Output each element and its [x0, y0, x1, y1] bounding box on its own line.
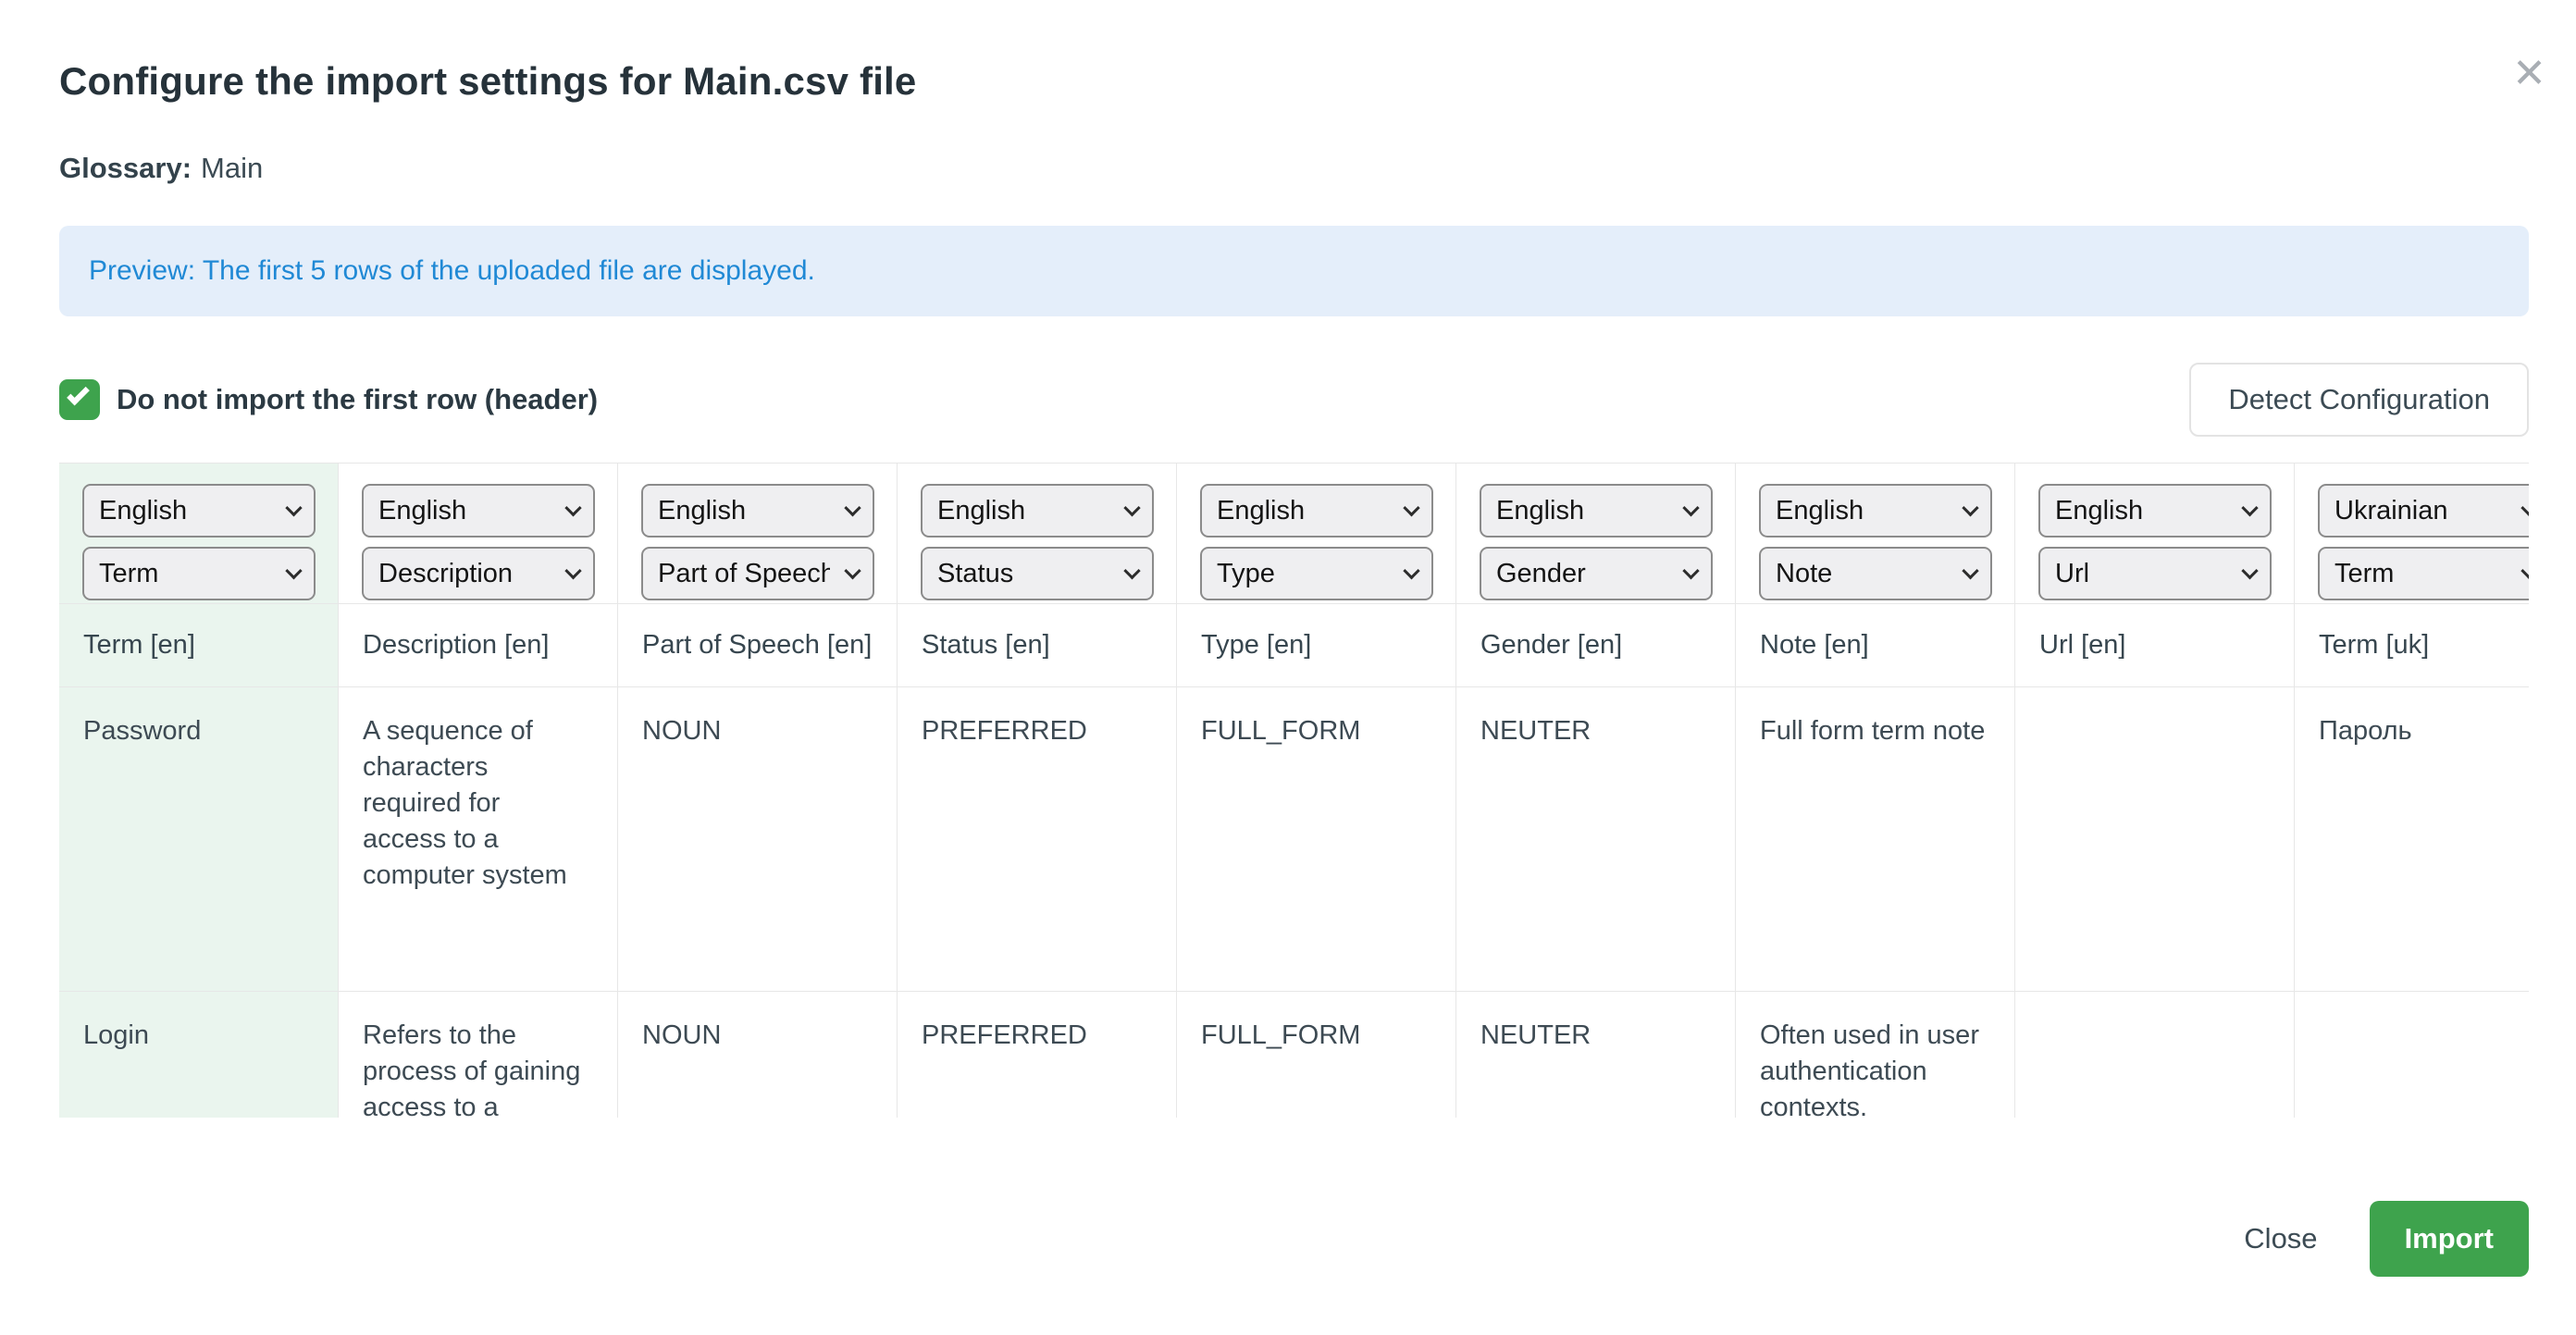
- table-cell: NEUTER: [1456, 992, 1736, 1118]
- csv-header-cell: Description [en]: [339, 604, 618, 686]
- mapping-cell: English Note: [1736, 464, 2015, 603]
- preview-info-banner: Preview: The first 5 rows of the uploade…: [59, 226, 2529, 316]
- table-cell: [2015, 687, 2295, 991]
- field-select[interactable]: Term: [2318, 547, 2529, 600]
- csv-header-cell: Term [en]: [59, 604, 339, 686]
- table-cell: [2015, 992, 2295, 1118]
- field-select[interactable]: Description: [362, 547, 595, 600]
- mapping-cell: English Type: [1177, 464, 1456, 603]
- table-cell: PREFERRED: [898, 687, 1177, 991]
- table-row: Password A sequence of characters requir…: [59, 687, 2529, 992]
- table-cell: Login: [59, 992, 339, 1118]
- table-cell: FULL_FORM: [1177, 992, 1456, 1118]
- mapping-cell: English Term: [59, 464, 339, 603]
- mapping-cell: Ukrainian Term: [2295, 464, 2529, 603]
- csv-header-cell: Type [en]: [1177, 604, 1456, 686]
- language-select[interactable]: Ukrainian: [2318, 484, 2529, 538]
- field-select[interactable]: Term: [82, 547, 316, 600]
- csv-header-cell: Note [en]: [1736, 604, 2015, 686]
- table-cell: NEUTER: [1456, 687, 1736, 991]
- glossary-line: Glossary: Main: [59, 152, 2529, 185]
- mapping-cell: English Part of Speech: [618, 464, 898, 603]
- import-button[interactable]: Import: [2370, 1201, 2529, 1277]
- table-cell: NOUN: [618, 992, 898, 1118]
- table-cell: Refers to the process of gaining access …: [339, 992, 618, 1118]
- csv-header-cell: Term [uk]: [2295, 604, 2529, 686]
- table-row: Login Refers to the process of gaining a…: [59, 992, 2529, 1118]
- glossary-value: Main: [201, 152, 263, 184]
- field-select[interactable]: Note: [1759, 547, 1992, 600]
- table-cell: FULL_FORM: [1177, 687, 1456, 991]
- table-cell: A sequence of characters required for ac…: [339, 687, 618, 991]
- table-cell: Пароль: [2295, 687, 2529, 991]
- field-select[interactable]: Gender: [1480, 547, 1713, 600]
- csv-header-cell: Part of Speech [en]: [618, 604, 898, 686]
- table-cell: NOUN: [618, 687, 898, 991]
- csv-header-cell: Gender [en]: [1456, 604, 1736, 686]
- table-cell: Often used in user authentication contex…: [1736, 992, 2015, 1118]
- field-select[interactable]: Type: [1200, 547, 1433, 600]
- detect-configuration-button[interactable]: Detect Configuration: [2189, 363, 2529, 437]
- mapping-cell: English Url: [2015, 464, 2295, 603]
- column-mapping-row: English Term English Description English…: [59, 464, 2529, 604]
- table-cell: Password: [59, 687, 339, 991]
- import-preview-table: English Term English Description English…: [59, 463, 2529, 1118]
- language-select[interactable]: English: [362, 484, 595, 538]
- table-cell: [2295, 992, 2529, 1118]
- language-select[interactable]: English: [2038, 484, 2272, 538]
- csv-header-cell: Url [en]: [2015, 604, 2295, 686]
- checkmark-icon: [67, 383, 90, 406]
- language-select[interactable]: English: [1200, 484, 1433, 538]
- skip-header-checkbox[interactable]: Do not import the first row (header): [59, 379, 598, 420]
- glossary-label: Glossary:: [59, 152, 192, 184]
- mapping-cell: English Gender: [1456, 464, 1736, 603]
- language-select[interactable]: English: [82, 484, 316, 538]
- mapping-cell: English Status: [898, 464, 1177, 603]
- table-cell: PREFERRED: [898, 992, 1177, 1118]
- csv-header-cell: Status [en]: [898, 604, 1177, 686]
- language-select[interactable]: English: [1480, 484, 1713, 538]
- language-select[interactable]: English: [641, 484, 874, 538]
- field-select[interactable]: Part of Speech: [641, 547, 874, 600]
- language-select[interactable]: English: [921, 484, 1154, 538]
- field-select[interactable]: Status: [921, 547, 1154, 600]
- import-settings-modal: ✕ Configure the import settings for Main…: [0, 0, 2576, 1335]
- field-select[interactable]: Url: [2038, 547, 2272, 600]
- page-title: Configure the import settings for Main.c…: [59, 59, 917, 104]
- csv-header-row: Term [en] Description [en] Part of Speec…: [59, 604, 2529, 687]
- table-cell: Full form term note: [1736, 687, 2015, 991]
- close-button[interactable]: Close: [2244, 1222, 2317, 1255]
- language-select[interactable]: English: [1759, 484, 1992, 538]
- preview-info-text: Preview: The first 5 rows of the uploade…: [89, 255, 815, 287]
- skip-header-label: Do not import the first row (header): [117, 383, 598, 416]
- checkbox-checked-icon[interactable]: [59, 379, 100, 420]
- mapping-cell: English Description: [339, 464, 618, 603]
